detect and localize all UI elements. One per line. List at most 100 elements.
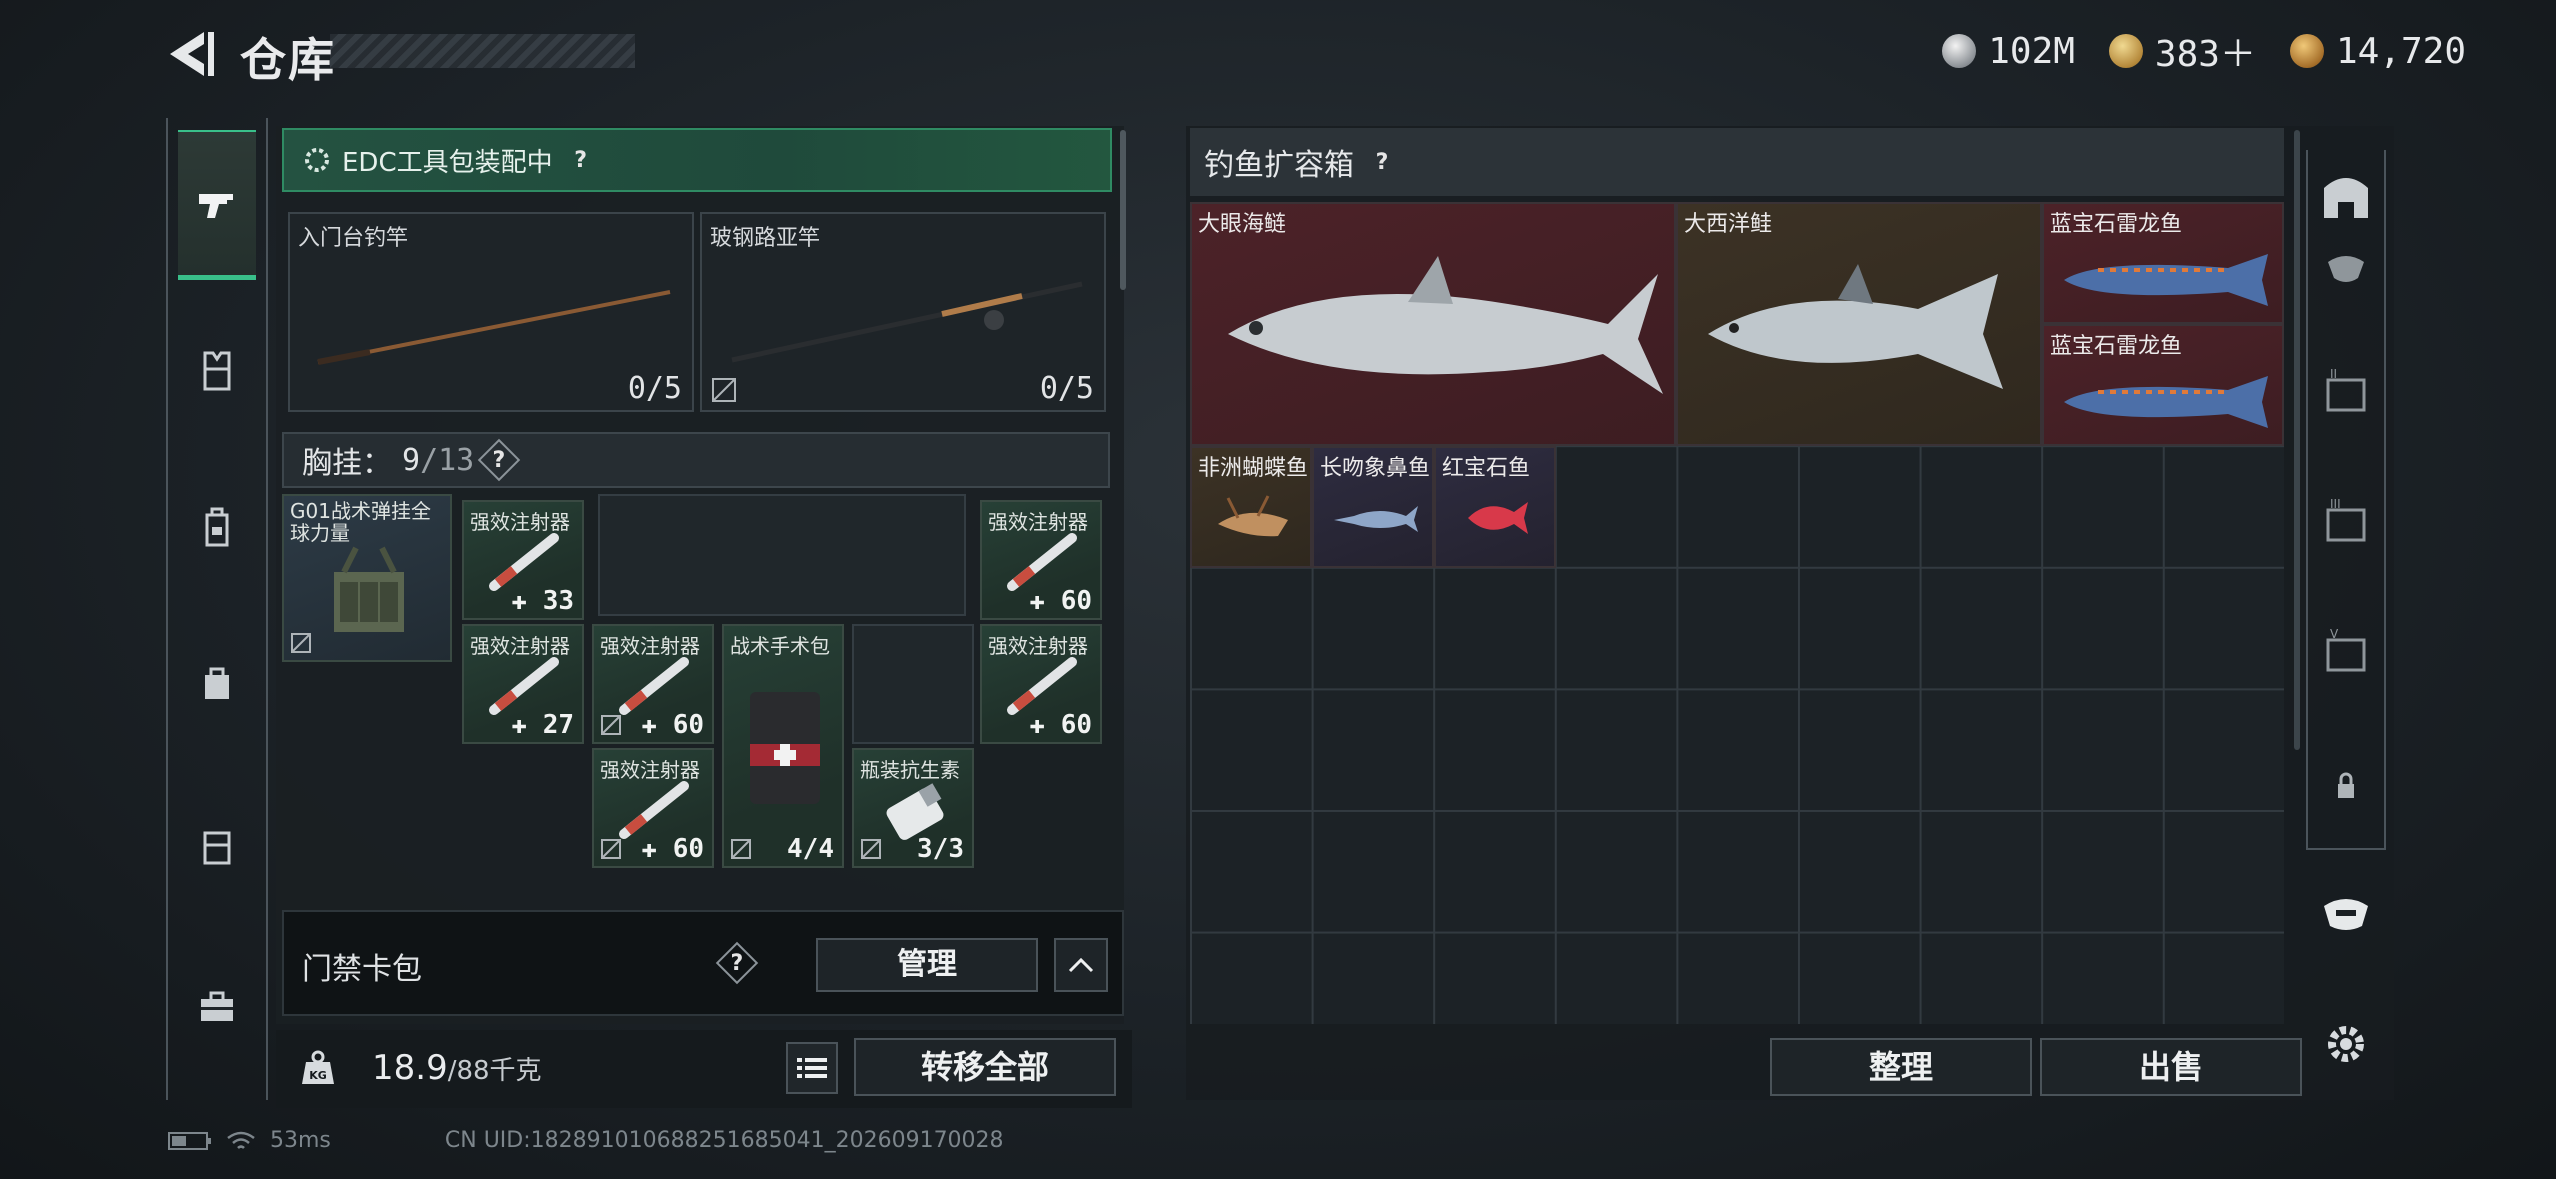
pistol-icon [199, 193, 233, 218]
safe-box-icon [2324, 178, 2368, 218]
help-icon[interactable]: ? [563, 142, 599, 178]
edc-label: EDC工具包装配中 [342, 147, 553, 178]
rod-name: 玻钢路亚竿 [710, 226, 821, 251]
gold-triangle-coin-icon [2108, 34, 2143, 68]
inventory-item[interactable]: 强效注射器 ✚ 27 [462, 624, 584, 744]
weight-value: 18.9 [372, 1048, 448, 1088]
help-text: ? [730, 950, 744, 976]
inventory-item[interactable]: 战术手术包 4/4 [722, 624, 844, 868]
sort-button[interactable]: 整理 [1770, 1038, 2032, 1096]
item-qty: ✚ 60 [1029, 586, 1092, 616]
fish-item[interactable]: 蓝宝石雷龙鱼 [2042, 324, 2284, 446]
butterfly-fish-icon [1218, 495, 1288, 537]
bag-icon [205, 667, 229, 699]
chest-rig-equipped[interactable]: G01战术弹挂全球力量 [282, 494, 452, 662]
container-tab-3[interactable]: III [2316, 492, 2376, 552]
no-insure-icon [601, 839, 621, 859]
inventory-item[interactable]: 强效注射器 ✚ 60 [980, 500, 1102, 620]
weight-max: /88千克 [447, 1056, 542, 1086]
no-insure-icon [601, 715, 621, 735]
category-container[interactable] [178, 772, 256, 922]
access-card-row: 门禁卡包 ? 管理 [282, 910, 1124, 1016]
chest-capacity: 9/13 [402, 443, 474, 478]
currency-bronze[interactable]: 14,720 [2289, 30, 2466, 72]
list-icon [797, 1058, 827, 1078]
back-button[interactable] [162, 26, 222, 82]
inventory-item[interactable]: 强效注射器 ✚ 60 [592, 748, 714, 868]
manage-button[interactable]: 管理 [816, 938, 1038, 992]
category-armor[interactable] [178, 296, 256, 446]
qty-value: 60 [672, 834, 704, 864]
container-tab-1[interactable] [2316, 240, 2376, 300]
svg-text:V: V [2330, 627, 2339, 641]
fish-name: 蓝宝石雷龙鱼 [2050, 212, 2183, 237]
access-card-label: 门禁卡包 [302, 944, 422, 988]
container-tab-fishing[interactable] [2316, 884, 2376, 944]
fish-item[interactable]: 大西洋鲑 [1676, 202, 2042, 446]
category-backpack[interactable] [178, 608, 256, 758]
fishing-box-scrollbar[interactable] [2294, 130, 2300, 750]
help-icon[interactable]: ? [1364, 144, 1400, 180]
injector-icon [619, 781, 689, 839]
currency-silver[interactable]: 102M [1942, 31, 2075, 72]
inventory-item[interactable]: 强效注射器 ✚ 60 [980, 624, 1102, 744]
injector-icon [489, 533, 559, 591]
player-uid: CN UID:1828910106882516850­41_2026091700… [444, 1128, 1004, 1153]
case-level-2-icon: II [2326, 367, 2366, 412]
currency-value: 14,720 [2335, 30, 2466, 72]
item-name: 强效注射器 [600, 758, 700, 782]
category-weapons[interactable] [178, 130, 256, 280]
item-name: 强效注射器 [470, 634, 570, 658]
container-tab-safe[interactable] [2316, 166, 2376, 226]
container-tab-locked[interactable] [2316, 756, 2376, 816]
category-toolbox[interactable] [178, 932, 256, 1082]
list-view-button[interactable] [786, 1042, 838, 1094]
rod-count: 0/5 [627, 371, 682, 406]
empty-slot[interactable] [852, 624, 974, 744]
item-qty: ✚ 60 [641, 834, 704, 864]
rod-count: 0/5 [1039, 371, 1094, 406]
qty-value: 60 [1060, 710, 1092, 740]
help-icon[interactable]: ? [478, 438, 521, 482]
transfer-all-button[interactable]: 转移全部 [854, 1038, 1116, 1096]
fish-item[interactable]: 红宝石鱼 [1434, 446, 1556, 568]
item-qty: ✚ 33 [511, 586, 574, 616]
battery-icon [168, 1131, 211, 1150]
item-qty: ✚ 60 [641, 710, 704, 740]
fish-name: 非洲蝴蝶鱼 [1198, 456, 1309, 481]
inventory-scrollbar[interactable] [1120, 130, 1126, 290]
category-helmet[interactable] [178, 452, 256, 602]
fish-item[interactable]: 长吻象鼻鱼 [1312, 446, 1434, 568]
fish-item[interactable]: 大眼海鲢 [1190, 202, 1676, 446]
fish-name: 蓝宝石雷龙鱼 [2050, 334, 2183, 359]
inventory-item[interactable]: 瓶装抗生素 3/3 [852, 748, 974, 868]
fish-item[interactable]: 非洲蝴蝶鱼 [1190, 446, 1312, 568]
settings-button[interactable] [2316, 1014, 2376, 1074]
chevron-up-icon [1068, 957, 1094, 973]
svg-text:III: III [2330, 497, 2341, 511]
inventory-item[interactable]: 强效注射器 ✚ 60 [592, 624, 714, 744]
edc-status-bar[interactable]: EDC工具包装配中 ? [282, 128, 1112, 192]
container-tab-2[interactable]: II [2316, 362, 2376, 422]
spinning-rod-icon [731, 281, 1083, 363]
container-tab-5[interactable]: V [2316, 622, 2376, 682]
collapse-button[interactable] [1054, 938, 1108, 992]
empty-slot-group[interactable] [598, 494, 966, 616]
currency-value: 102M [1988, 30, 2075, 72]
rod-slot-1[interactable]: 入门台钓竿 0/5 [288, 212, 694, 412]
wifi-icon [227, 1131, 255, 1149]
sell-button[interactable]: 出售 [2040, 1038, 2302, 1096]
inventory-item[interactable]: 强效注射器 ✚ 33 [462, 500, 584, 620]
help-icon[interactable]: ? [715, 941, 759, 985]
weight-kg-icon: KG [302, 1050, 334, 1084]
currency-gold[interactable]: 383＋ [2108, 25, 2256, 77]
fish-item[interactable]: 蓝宝石雷龙鱼 [2042, 202, 2284, 324]
rod-slot-2[interactable]: 玻钢路亚竿 0/5 [700, 212, 1106, 412]
silver-coin-icon [1942, 34, 1977, 68]
tarpon-fish-icon [1228, 256, 1663, 394]
toolbox-icon [201, 991, 233, 1021]
salmon-fish-icon [1708, 264, 2003, 389]
title-decoration [330, 34, 635, 68]
page-title: 仓库 [240, 33, 336, 87]
item-name: 战术手术包 [730, 634, 830, 658]
